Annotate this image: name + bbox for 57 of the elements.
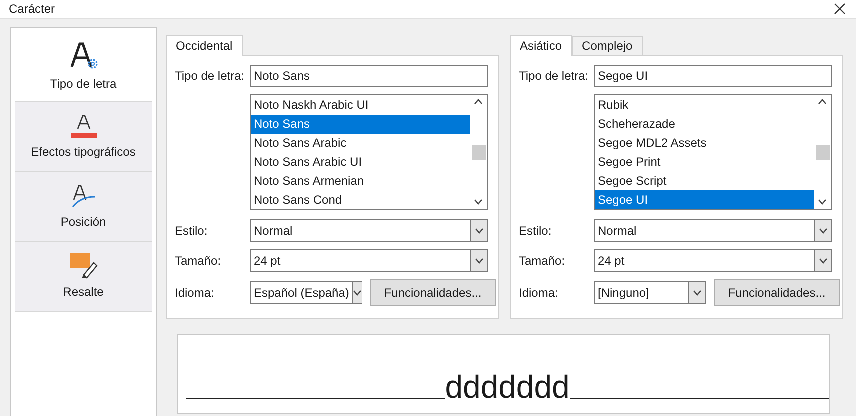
scroll-thumb[interactable] <box>816 144 830 160</box>
font-list-item[interactable]: Noto Sans Arabic <box>251 134 470 152</box>
font-list-item[interactable]: Noto Sans Armenian <box>251 171 470 190</box>
field-label: Idioma: <box>175 284 216 302</box>
field-label: Estilo: <box>175 222 209 240</box>
font-list-item[interactable]: Segoe Script <box>595 171 814 190</box>
tab[interactable]: Asiático <box>510 35 572 56</box>
font-list-item[interactable]: Noto Sans <box>251 114 470 134</box>
scroll-down-icon[interactable] <box>818 258 828 264</box>
window-title: Carácter <box>9 1 56 18</box>
language-dropdown[interactable]: Español (España) <box>250 281 362 304</box>
font-list-item[interactable]: Segoe UI <box>595 190 814 209</box>
font-list-item[interactable]: Segoe Print <box>595 152 814 172</box>
field-label: Idioma: <box>519 284 560 302</box>
sidebar-item[interactable]: Efectos tipográficos <box>15 102 152 172</box>
letter-underline-icon <box>70 112 96 138</box>
font-name-field[interactable]: Noto Sans <box>250 65 488 87</box>
font-list-item[interactable]: Noto Naskh Arabic UI <box>251 96 470 115</box>
scroll-down-icon[interactable] <box>474 199 483 205</box>
font-list-item[interactable]: Noto Sans Arabic UI <box>251 152 470 172</box>
font-list-item[interactable]: Scheherazade <box>595 114 814 134</box>
font-list[interactable]: Noto Naskh Arabic UI Noto Sans Noto Sans Arabic Noto Sans Arabic UI Noto Sans Armenian Noto Sans Cond <box>250 94 488 210</box>
sidebar-item[interactable]: Posición <box>15 172 152 242</box>
language-dropdown[interactable]: [Ninguno] <box>594 281 706 304</box>
scroll-up-icon[interactable] <box>474 99 483 105</box>
tab[interactable]: Occidental <box>166 35 243 56</box>
scroll-down-icon[interactable] <box>818 228 828 234</box>
font-list-item[interactable]: Rubik <box>595 96 814 115</box>
scroll-thumb[interactable] <box>472 144 486 160</box>
letter-curve-icon <box>70 182 96 208</box>
font-name-field[interactable]: Segoe UI <box>594 65 832 87</box>
style-dropdown[interactable]: Normal <box>250 219 488 242</box>
preview-text: ddddddd <box>445 371 570 403</box>
font-list-item[interactable]: Segoe MDL2 Assets <box>595 134 814 152</box>
features-button[interactable]: Funcionalidades... <box>714 279 840 306</box>
size-dropdown[interactable]: 24 pt <box>250 249 488 272</box>
field-label: Tamaño: <box>175 252 222 270</box>
scroll-down-icon[interactable] <box>353 290 362 296</box>
scroll-down-icon[interactable] <box>818 199 827 205</box>
highlighter-icon <box>70 252 98 278</box>
field-label: Tipo de letra: <box>175 68 246 85</box>
scroll-down-icon[interactable] <box>474 228 484 234</box>
field-label: Tamaño: <box>519 252 566 270</box>
font-list[interactable]: Rubik Scheherazade Segoe MDL2 Assets Segoe Print Segoe Script Segoe UI <box>594 94 832 210</box>
field-label: Estilo: <box>519 222 553 240</box>
features-button[interactable]: Funcionalidades... <box>370 279 496 306</box>
scroll-up-icon[interactable] <box>818 99 827 105</box>
close-icon[interactable] <box>834 3 846 15</box>
scroll-down-icon[interactable] <box>692 290 702 296</box>
tab[interactable]: Complejo <box>572 36 643 55</box>
sidebar-item[interactable]: Resalte <box>15 242 152 312</box>
size-dropdown[interactable]: 24 pt <box>594 249 832 272</box>
font-list-item[interactable]: Noto Sans Cond <box>251 190 470 209</box>
field-label: Tipo de letra: <box>519 68 590 85</box>
scroll-down-icon[interactable] <box>474 258 484 264</box>
letter-gear-icon <box>68 40 98 70</box>
style-dropdown[interactable]: Normal <box>594 219 832 242</box>
